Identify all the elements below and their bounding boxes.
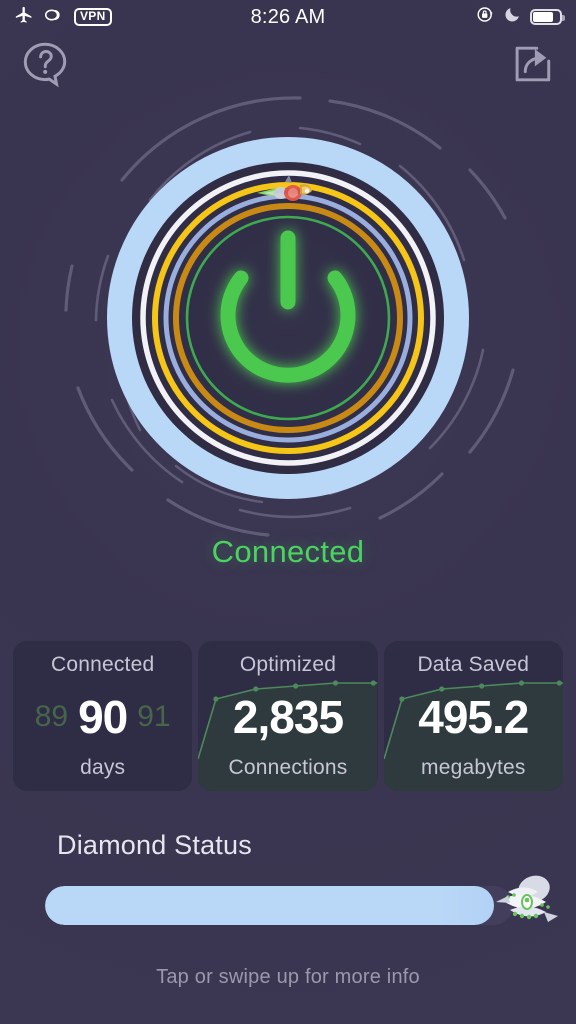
diamond-status-title: Diamond Status [57, 830, 252, 860]
stat-card-optimized[interactable]: Optimized 2,835 Connections [198, 641, 378, 791]
stat-card-value-carousel[interactable]: 2,835 [198, 677, 377, 756]
stat-card-data-saved[interactable]: Data Saved 495.2 megabytes [383, 641, 563, 791]
help-button[interactable] [14, 36, 76, 96]
status-bar: VPN 8:26 AM [0, 0, 576, 34]
stat-card-unit: days [80, 756, 126, 779]
connection-dial[interactable]: Connected [0, 70, 576, 590]
battery-icon [530, 9, 565, 25]
top-navigation-bar [0, 36, 576, 96]
stat-value-next: 91 [137, 699, 171, 733]
moon-icon [504, 6, 521, 28]
stat-card-value-carousel[interactable]: 495.2 [384, 677, 563, 756]
stat-card-value: 90 [78, 690, 128, 743]
help-question-bubble-icon[interactable] [20, 39, 70, 94]
connection-status-label: Connected [211, 534, 365, 569]
stat-value-previous: 89 [34, 699, 69, 733]
vpn-app-screen: VPN 8:26 AM Connected Connected 89 90 91… [0, 0, 576, 1024]
stat-card-title: Data Saved [417, 653, 530, 676]
stat-card-title: Connected [50, 653, 155, 676]
swipe-up-hint[interactable]: Tap or swipe up for more info [0, 966, 576, 989]
stat-card-value: 2,835 [232, 690, 344, 743]
rocket-icon [484, 872, 560, 936]
stat-card-title: Optimized [239, 653, 337, 676]
stat-card-unit: Connections [228, 756, 348, 779]
diamond-status-progress-fill [45, 886, 495, 925]
dial-graphic[interactable] [0, 70, 576, 590]
stat-card-value-carousel[interactable]: 89 90 91 [13, 677, 192, 756]
rocket-mascot-icon [255, 175, 321, 209]
diamond-status-progress-bar[interactable] [45, 886, 513, 925]
stats-card-row: Connected 89 90 91 days Optimized 2,835 … [13, 641, 563, 791]
share-button[interactable] [500, 36, 562, 96]
stat-card-connected[interactable]: Connected 89 90 91 days [13, 641, 193, 791]
rotation-lock-icon [476, 5, 495, 29]
stat-card-value: 495.2 [418, 690, 529, 743]
stat-card-unit: megabytes [421, 756, 526, 779]
status-bar-right-icons [476, 5, 565, 29]
share-icon[interactable] [508, 41, 554, 92]
